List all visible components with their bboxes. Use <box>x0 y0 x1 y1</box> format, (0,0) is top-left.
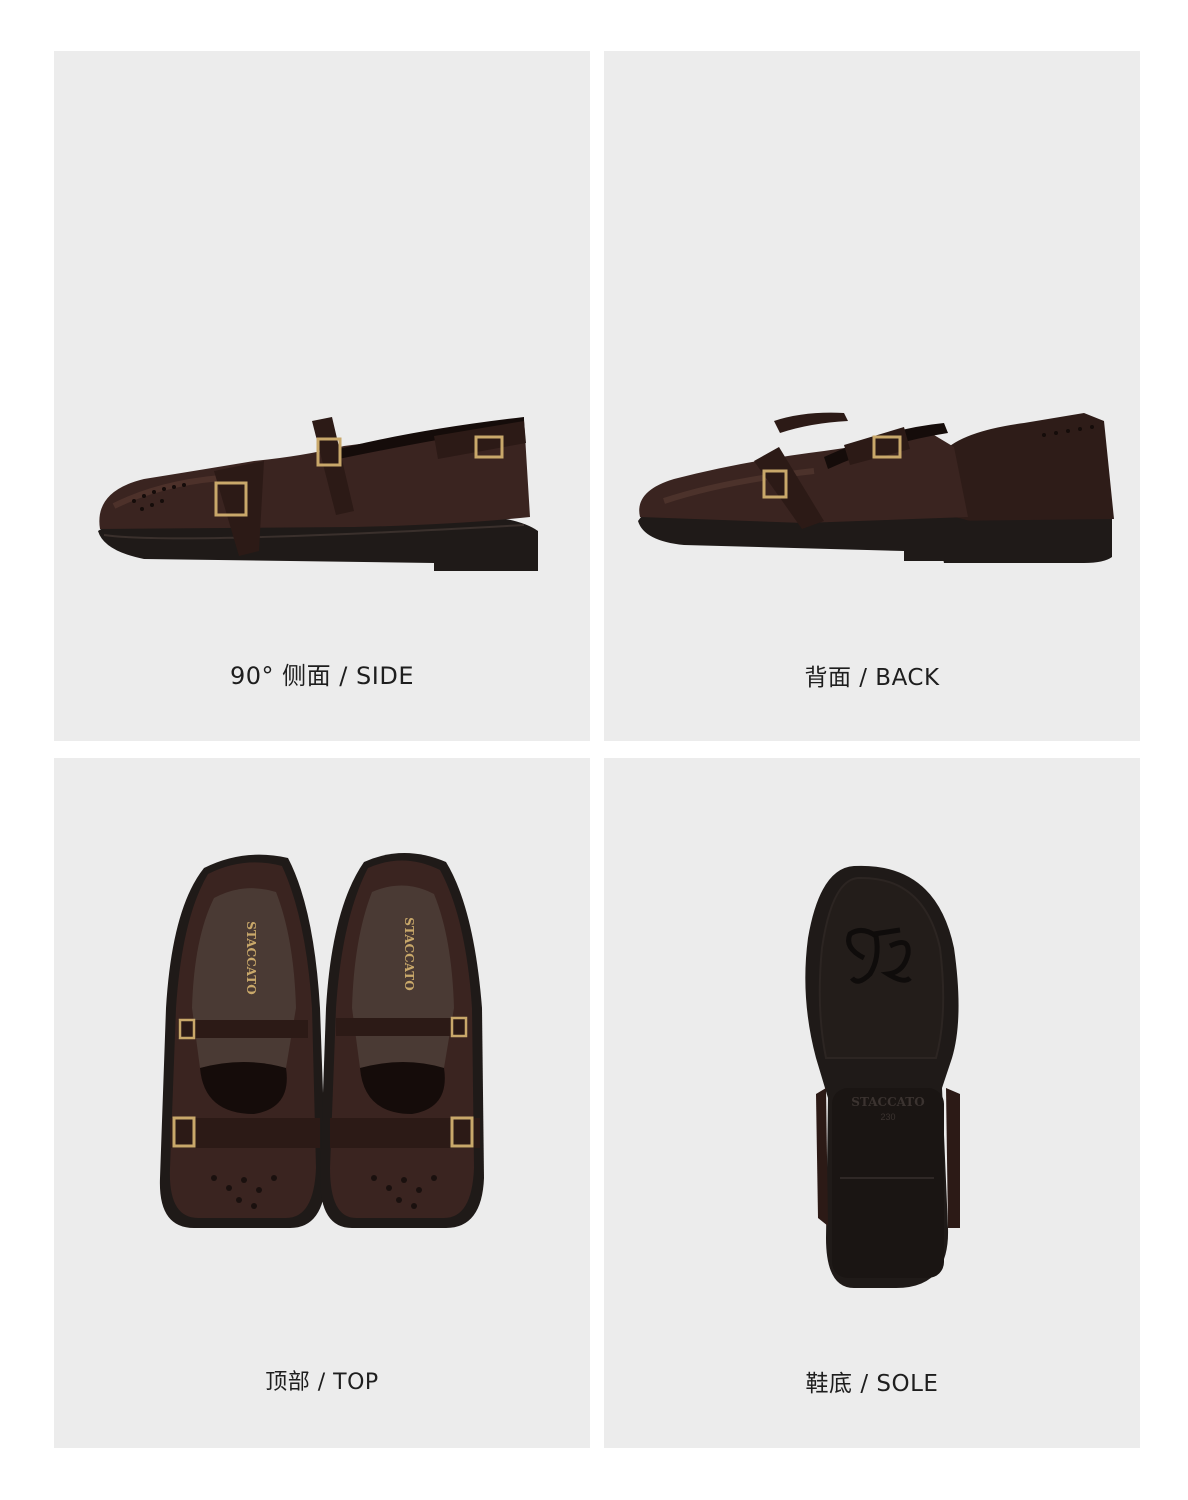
sole-size-engraving: 230 <box>880 1112 895 1122</box>
shoe-back-view-image <box>638 412 1114 563</box>
insole-brand-left: STACCATO <box>244 921 258 994</box>
insole-brand-right: STACCATO <box>402 917 416 990</box>
product-view-side: 90° 侧面 / SIDE <box>54 51 590 741</box>
sole-view-caption: 鞋底 / SOLE <box>805 1371 939 1397</box>
product-view-sole: STACCATO 230 鞋底 / SOLE <box>604 758 1140 1448</box>
shoe-top-view-image: STACCATO STACCATO <box>159 853 484 1228</box>
top-view-caption: 顶部 / TOP <box>265 1370 379 1395</box>
shoe-side-view-image <box>98 417 538 571</box>
sole-brand-engraving: STACCATO <box>851 1095 924 1109</box>
side-view-caption: 90° 侧面 / SIDE <box>230 662 414 690</box>
back-view-caption: 背面 / BACK <box>804 665 940 691</box>
product-view-back: 背面 / BACK <box>604 51 1140 741</box>
product-view-top: STACCATO STACCATO 顶部 / TOP <box>54 758 590 1448</box>
shoe-sole-view-image: STACCATO 230 <box>805 865 960 1288</box>
